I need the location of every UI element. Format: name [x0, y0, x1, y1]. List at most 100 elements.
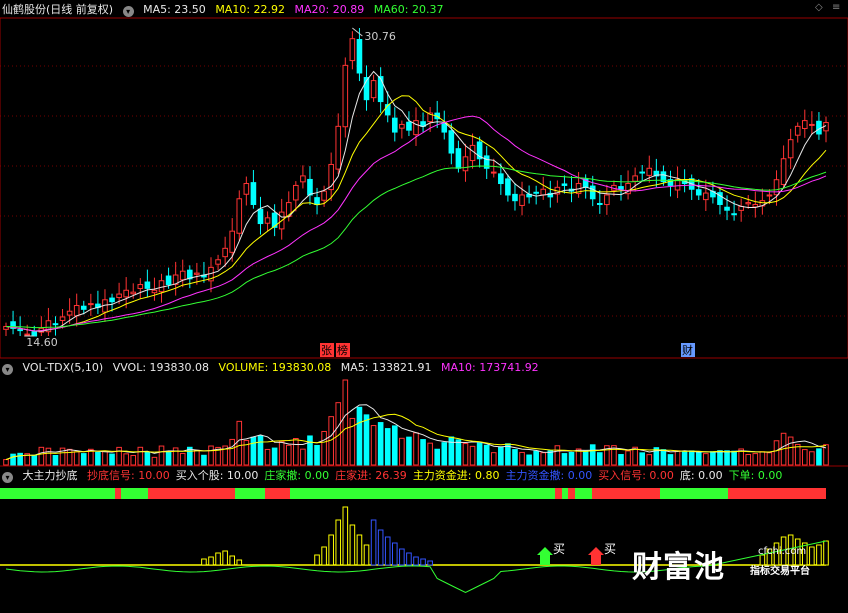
- volume-bar: [102, 450, 108, 466]
- candle-body: [801, 120, 808, 129]
- volume-bar: [596, 452, 603, 466]
- high-label: 30.76: [364, 30, 396, 43]
- candle-body: [194, 272, 200, 275]
- indicator-bar: [413, 556, 419, 566]
- signal-band-segment: [121, 488, 148, 499]
- volume-bar: [384, 428, 391, 466]
- volume-bar: [52, 455, 59, 466]
- ma20-line: [5, 115, 827, 332]
- volume-bar: [45, 447, 52, 466]
- candle-body: [73, 305, 80, 317]
- candle-body: [561, 183, 568, 186]
- volume-bar: [441, 442, 448, 466]
- signal-band-segment: [290, 488, 555, 499]
- volume-bar: [413, 432, 419, 466]
- main-panel-frame: [0, 17, 848, 359]
- signal-band-segment: [148, 488, 235, 499]
- volume-bar: [257, 435, 264, 466]
- indicator-bar: [314, 554, 320, 566]
- candle-body: [589, 185, 596, 200]
- candle-body: [321, 190, 327, 201]
- candle-body: [222, 247, 228, 258]
- candle-body: [264, 217, 271, 224]
- volume-bar: [787, 436, 794, 466]
- volume-bar: [38, 446, 45, 466]
- volume-bar: [356, 406, 363, 466]
- volume-bar: [483, 444, 490, 466]
- volume-bar: [540, 452, 547, 466]
- volume-bar: [130, 455, 137, 466]
- candle-body: [17, 329, 23, 332]
- volume-bar: [123, 453, 129, 466]
- indicator-bar: [384, 536, 391, 566]
- volume-bar: [554, 445, 561, 466]
- volume-bar: [498, 446, 504, 466]
- volume-bar: [151, 456, 158, 466]
- indicator-bar: [377, 529, 384, 566]
- candle-body: [165, 275, 172, 286]
- candle-body: [695, 189, 702, 196]
- volume-bar: [158, 445, 165, 466]
- volume-bar: [724, 450, 730, 466]
- candle-body: [540, 188, 547, 196]
- candle-body: [794, 125, 801, 136]
- badge-zhang: 张: [321, 344, 332, 357]
- watermark-site: cfchi.com: [758, 546, 807, 557]
- volume-bar: [116, 446, 122, 466]
- volume-bar: [229, 438, 236, 466]
- candle-body: [116, 293, 122, 299]
- watermark-main: 财富池: [632, 550, 725, 585]
- candle-body: [618, 186, 624, 190]
- volume-bar: [80, 453, 87, 466]
- volume-bar: [547, 450, 554, 466]
- candle-body: [391, 117, 398, 133]
- candle-body: [293, 184, 299, 201]
- indicator-bar: [215, 552, 221, 566]
- signal-band-segment: [0, 488, 115, 499]
- watermark: 财富池 cfchi.com 指标交易平台: [620, 540, 842, 588]
- kline-chart[interactable]: 30.76 14.60 张榜 财买 买: [0, 0, 848, 613]
- candle-body: [780, 158, 787, 185]
- volume-bar: [95, 451, 101, 466]
- high-pointer: [352, 27, 363, 37]
- volume-bar: [794, 443, 801, 466]
- candle-body: [356, 39, 363, 74]
- volume-bar: [695, 452, 702, 466]
- volume-bar: [582, 450, 589, 466]
- badge-bang: 榜: [337, 343, 348, 357]
- candle-body: [745, 202, 752, 205]
- indicator-bar: [427, 560, 433, 566]
- candle-body: [519, 194, 525, 206]
- indicator-bar: [229, 555, 236, 566]
- signal-band-segment: [592, 488, 660, 499]
- candle-body: [816, 120, 822, 135]
- volume-bar: [519, 451, 525, 466]
- volume-bar: [533, 450, 539, 466]
- candle-body: [314, 197, 320, 205]
- candle-body: [24, 333, 31, 336]
- candle-body: [349, 38, 356, 62]
- indicator-bar: [222, 550, 228, 566]
- volume-bar: [766, 452, 773, 466]
- volume-bar: [194, 449, 200, 466]
- buy-signal-2-arrow: [588, 547, 604, 565]
- candle-body: [300, 175, 306, 183]
- volume-bar: [271, 447, 278, 466]
- indicator-bar: [335, 519, 342, 566]
- candle-body: [505, 178, 511, 196]
- candle-body: [109, 297, 115, 303]
- volume-bar: [710, 451, 716, 466]
- candle-body: [455, 148, 462, 169]
- signal-band-segment: [265, 488, 290, 499]
- buy-signal-1-arrow: [537, 547, 553, 565]
- signal-band-segment: [562, 488, 568, 499]
- volume-bar: [625, 450, 631, 466]
- candle-body: [59, 316, 66, 321]
- volume-bar: [731, 450, 737, 466]
- candle-body: [229, 230, 236, 253]
- candle-body: [469, 144, 476, 162]
- volume-bar: [208, 445, 214, 466]
- volume-bar: [31, 455, 38, 466]
- candle-body: [752, 203, 759, 208]
- candle-body: [158, 280, 165, 293]
